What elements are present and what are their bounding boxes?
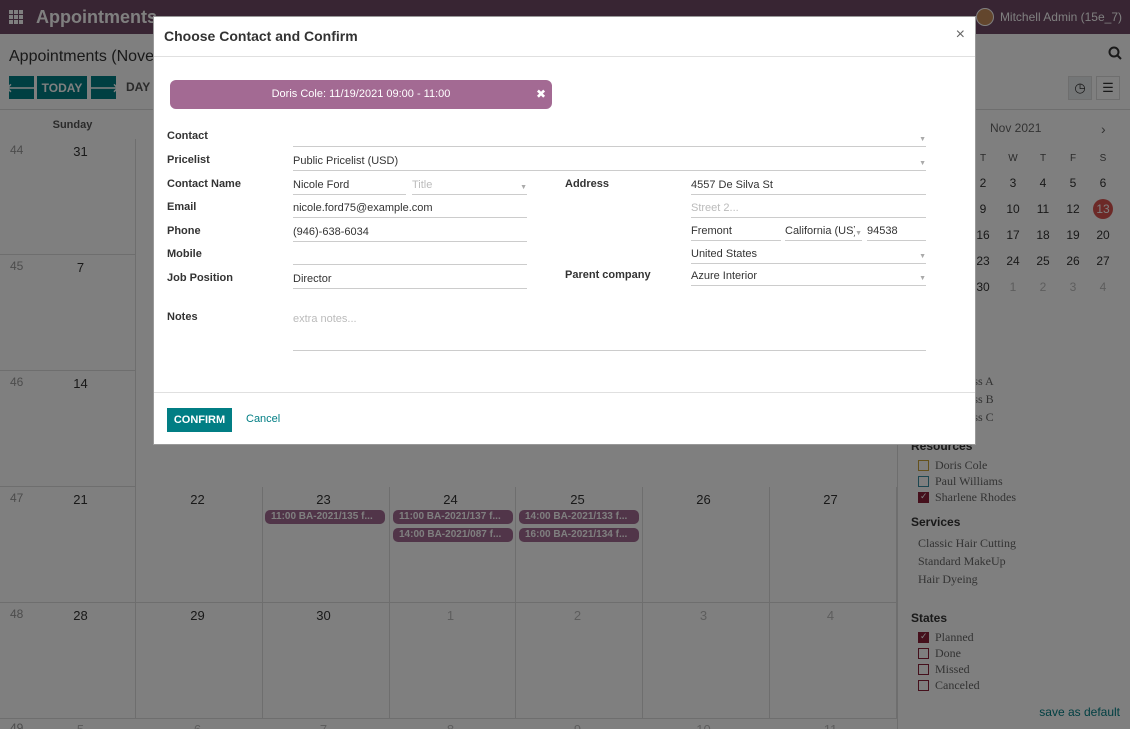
close-icon[interactable]: × bbox=[956, 26, 965, 44]
caret-down-icon: ▼ bbox=[919, 275, 926, 282]
selected-slot: Doris Cole: 11/19/2021 09:00 - 11:00 ✖ bbox=[170, 80, 552, 109]
caret-down-icon: ▼ bbox=[520, 184, 527, 191]
parent-company-value: Azure Interior bbox=[691, 270, 758, 282]
notes-textarea[interactable]: extra notes... bbox=[293, 311, 926, 351]
title-placeholder: Title bbox=[412, 179, 433, 191]
remove-slot-icon[interactable]: ✖ bbox=[536, 80, 546, 109]
notes-label: Notes bbox=[167, 311, 198, 323]
pricelist-value: Public Pricelist (USD) bbox=[293, 155, 399, 167]
phone-input[interactable]: (946)-638-6034 bbox=[293, 224, 527, 242]
address-label: Address bbox=[565, 178, 610, 190]
dialog-title: Choose Contact and Confirm bbox=[164, 28, 358, 44]
country-value: United States bbox=[691, 248, 758, 260]
job-position-input[interactable]: Director bbox=[293, 271, 527, 289]
country-select[interactable]: United States ▼ bbox=[691, 246, 926, 264]
caret-down-icon: ▼ bbox=[919, 253, 926, 260]
contact-name-input[interactable]: Nicole Ford bbox=[293, 177, 406, 195]
zip-input[interactable]: 94538 bbox=[867, 223, 926, 241]
contact-select[interactable]: ▼ bbox=[293, 129, 926, 147]
job-position-label: Job Position bbox=[167, 272, 233, 284]
dialog-footer: CONFIRM Cancel bbox=[154, 392, 975, 445]
contact-label: Contact bbox=[167, 130, 208, 142]
mobile-input[interactable] bbox=[293, 247, 527, 265]
state-value: California (US) bbox=[785, 225, 858, 237]
pricelist-label: Pricelist bbox=[167, 154, 210, 166]
confirm-button[interactable]: CONFIRM bbox=[167, 408, 232, 432]
pricelist-select[interactable]: Public Pricelist (USD) ▼ bbox=[293, 153, 926, 171]
caret-down-icon: ▼ bbox=[855, 226, 862, 240]
parent-company-label: Parent company bbox=[565, 269, 651, 281]
choose-contact-dialog: Choose Contact and Confirm × Doris Cole:… bbox=[153, 16, 976, 445]
contact-name-label: Contact Name bbox=[167, 178, 241, 190]
state-select[interactable]: California (US) ▼ bbox=[785, 223, 862, 241]
email-label: Email bbox=[167, 201, 197, 213]
city-input[interactable]: Fremont bbox=[691, 223, 781, 241]
email-input[interactable]: nicole.ford75@example.com bbox=[293, 200, 527, 218]
title-select[interactable]: Title ▼ bbox=[412, 177, 527, 195]
slot-label: Doris Cole: 11/19/2021 09:00 - 11:00 bbox=[271, 88, 451, 100]
dialog-header: Choose Contact and Confirm × bbox=[154, 17, 975, 57]
cancel-button[interactable]: Cancel bbox=[246, 413, 280, 425]
parent-company-select[interactable]: Azure Interior ▼ bbox=[691, 268, 926, 286]
mobile-label: Mobile bbox=[167, 248, 202, 260]
street-input[interactable]: 4557 De Silva St bbox=[691, 177, 926, 195]
caret-down-icon: ▼ bbox=[919, 160, 926, 167]
phone-label: Phone bbox=[167, 225, 201, 237]
caret-down-icon: ▼ bbox=[919, 136, 926, 143]
street2-input[interactable]: Street 2... bbox=[691, 200, 926, 218]
